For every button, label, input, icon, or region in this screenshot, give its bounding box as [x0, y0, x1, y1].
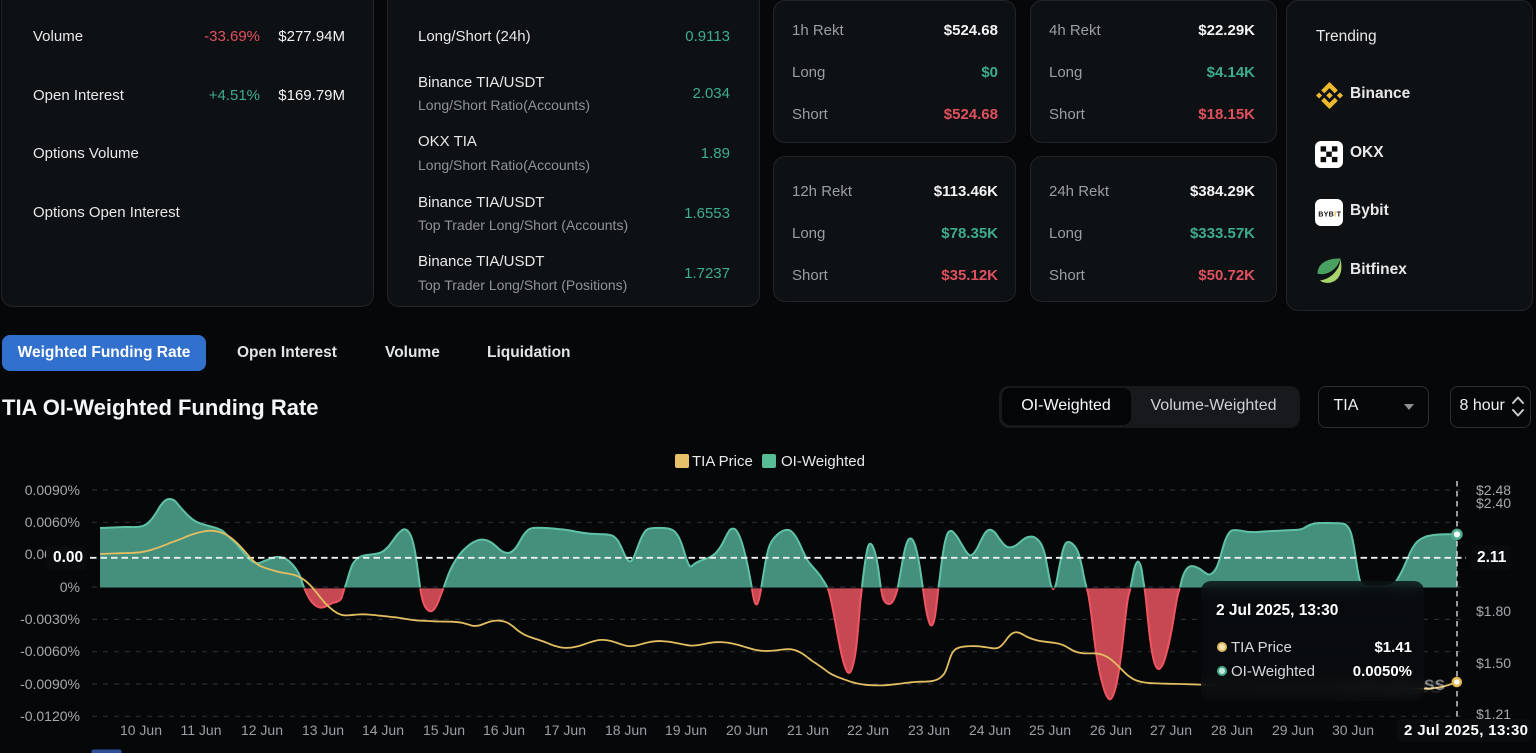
- svg-text:BYB!T: BYB!T: [1318, 209, 1341, 218]
